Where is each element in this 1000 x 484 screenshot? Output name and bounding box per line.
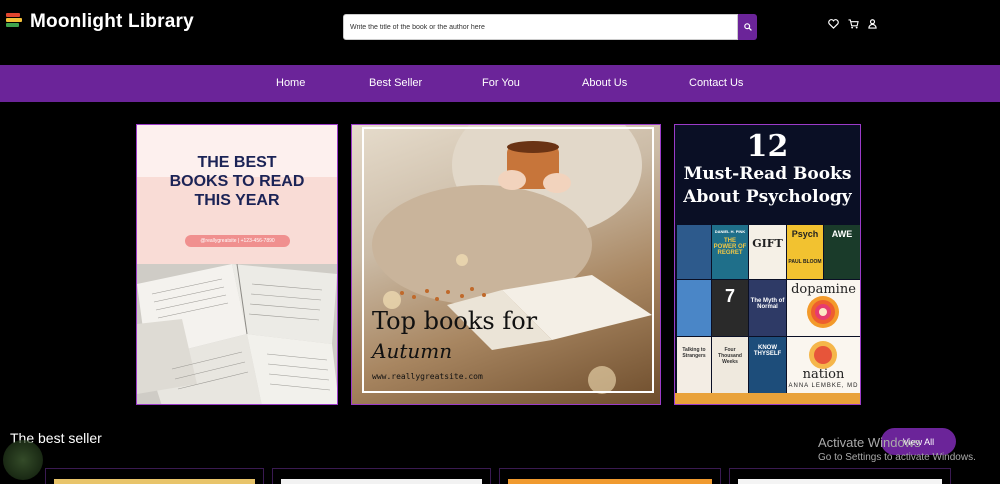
book-cover: Talking to Strangers	[677, 337, 711, 393]
book-cover-dopamine: dopamine	[787, 280, 860, 336]
book-cover	[677, 280, 711, 336]
book-cover: GIFT	[749, 225, 786, 279]
book-cover-image	[738, 479, 942, 484]
corner-logo-icon	[3, 440, 43, 480]
banner-autumn-books[interactable]: Top books for Autumn www.reallygreatsite…	[351, 124, 661, 405]
banner-url: www.reallygreatsite.com	[372, 372, 483, 381]
book-cover: Four Thousand Weeks	[712, 337, 748, 393]
header-actions	[828, 19, 877, 29]
book-cover-image	[54, 479, 255, 484]
nav-item-about-us[interactable]: About Us	[582, 77, 627, 89]
book-cover-image	[281, 479, 482, 484]
app-title[interactable]: Moonlight Library	[30, 11, 194, 33]
book-card[interactable]	[45, 468, 264, 484]
nav-item-for-you[interactable]: For You	[482, 77, 520, 89]
search-button[interactable]	[738, 14, 757, 40]
nav-item-contact-us[interactable]: Contact Us	[689, 77, 743, 89]
book-cover	[677, 225, 711, 279]
book-cover: AWE	[824, 225, 860, 279]
user-icon[interactable]	[868, 19, 877, 29]
top-header: Moonlight Library	[0, 0, 1000, 65]
book-cover: KNOW THYSELF	[749, 337, 786, 393]
search-icon	[743, 23, 752, 31]
heart-icon[interactable]	[828, 19, 839, 29]
windows-activation-watermark: Activate Windows Go to Settings to activ…	[818, 435, 976, 463]
banner-bottom-strip	[675, 393, 860, 404]
search-bar	[343, 14, 757, 40]
book-cover: The Myth of Normal	[749, 280, 786, 336]
banner-title: THE BEST BOOKS TO READ THIS YEAR	[169, 154, 305, 209]
book-card[interactable]	[499, 468, 721, 484]
book-card[interactable]	[272, 468, 491, 484]
banner-number: 12	[746, 129, 789, 164]
banner-psychology-books[interactable]: 12 Must-Read Books About Psychology DANI…	[674, 124, 861, 405]
book-cover-image	[508, 479, 712, 484]
banner-title: Top books for	[372, 307, 538, 335]
banner-title: Must-Read Books About Psychology	[683, 164, 852, 207]
book-cover: Psych PAUL BLOOM	[787, 225, 823, 279]
banner-best-books-year[interactable]: THE BEST BOOKS TO READ THIS YEAR @really…	[136, 124, 338, 405]
main-nav: Home Best Seller For You About Us Contac…	[0, 65, 1000, 102]
book-cover: DANIEL H. PINK THE POWER OF REGRET	[712, 225, 748, 279]
nav-item-best-seller[interactable]: Best Seller	[369, 77, 422, 89]
books-stack-icon	[6, 13, 22, 31]
search-input[interactable]	[343, 14, 738, 40]
nav-item-home[interactable]: Home	[276, 77, 305, 89]
banner-contact-pill: @reallygreatsite | +123-456-7890	[185, 235, 290, 247]
open-books-image	[137, 263, 337, 404]
book-covers-grid: DANIEL H. PINK THE POWER OF REGRET GIFT …	[677, 225, 860, 393]
cart-icon[interactable]	[848, 19, 859, 29]
book-card[interactable]	[729, 468, 951, 484]
banner-subtitle: Autumn	[372, 339, 453, 363]
book-cover-dopamine: nation ANNA LEMBKE, MD	[787, 337, 860, 393]
book-cover: 7	[712, 280, 748, 336]
